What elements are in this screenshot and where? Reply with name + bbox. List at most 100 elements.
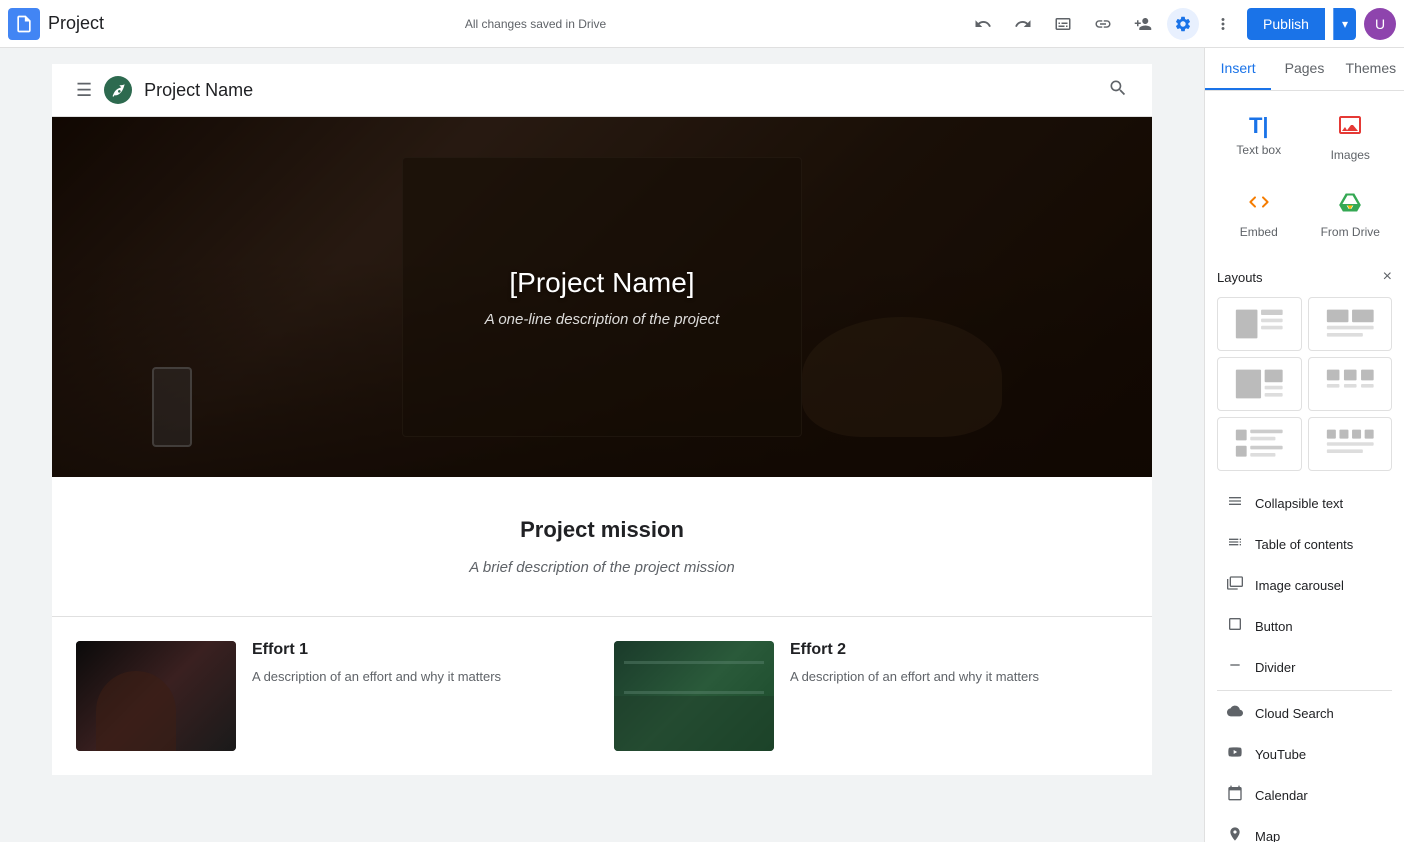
image-carousel-label: Image carousel <box>1255 578 1344 593</box>
effort-card-2[interactable]: Effort 2 A description of an effort and … <box>614 641 1128 751</box>
topbar-left: Project <box>8 8 104 40</box>
text-box-label: Text box <box>1236 143 1281 157</box>
embed-label: Embed <box>1240 225 1278 239</box>
text-box-icon: T| <box>1249 113 1269 139</box>
sidebar-item-collapsible-text[interactable]: Collapsible text <box>1217 483 1392 524</box>
hamburger-icon[interactable]: ☰ <box>76 80 92 101</box>
layout-two-col-img-right[interactable] <box>1308 297 1393 351</box>
sidebar-item-button[interactable]: Button <box>1217 606 1392 647</box>
layouts-section: Layouts × <box>1217 265 1392 471</box>
main: ☰ Project Name <box>0 48 1404 842</box>
hero-content: [Project Name] A one-line description of… <box>52 117 1152 477</box>
effort-2-title: Effort 2 <box>790 641 1039 659</box>
link-button[interactable] <box>1087 8 1119 40</box>
sidebar-item-image-carousel[interactable]: Image carousel <box>1217 565 1392 606</box>
calendar-icon <box>1225 785 1245 806</box>
images-icon <box>1338 113 1362 144</box>
layout-three-col[interactable] <box>1308 357 1393 411</box>
site-name: Project Name <box>144 80 1096 101</box>
preview-button[interactable] <box>1047 8 1079 40</box>
tab-insert[interactable]: Insert <box>1205 48 1271 90</box>
sidebar-item-map[interactable]: Map <box>1217 816 1392 842</box>
layout-text-rows[interactable] <box>1217 417 1302 471</box>
divider-icon <box>1225 657 1245 678</box>
image-carousel-icon <box>1225 575 1245 596</box>
embed-icon <box>1247 190 1271 221</box>
layouts-close-button[interactable]: × <box>1383 269 1392 285</box>
layout-single-full[interactable] <box>1217 297 1302 351</box>
hero-section[interactable]: [Project Name] A one-line description of… <box>52 117 1152 477</box>
layouts-header: Layouts × <box>1217 265 1392 289</box>
search-icon[interactable] <box>1108 78 1128 103</box>
button-label: Button <box>1255 619 1293 634</box>
hero-subtitle: A one-line description of the project <box>485 311 720 328</box>
insert-text-box[interactable]: T| Text box <box>1217 103 1301 172</box>
site-logo <box>104 76 132 104</box>
from-drive-icon <box>1338 190 1362 221</box>
cloud-search-icon <box>1225 703 1245 724</box>
effort-2-desc: A description of an effort and why it ma… <box>790 667 1039 687</box>
map-icon <box>1225 826 1245 842</box>
settings-button[interactable] <box>1167 8 1199 40</box>
effort-1-title: Effort 1 <box>252 641 501 659</box>
calendar-label: Calendar <box>1255 788 1308 803</box>
layouts-grid <box>1217 297 1392 471</box>
insert-from-drive[interactable]: From Drive <box>1309 180 1393 249</box>
topbar-right: Publish ▾ U <box>967 8 1396 40</box>
layouts-title: Layouts <box>1217 270 1263 285</box>
layout-big-left[interactable] <box>1217 357 1302 411</box>
doc-icon <box>8 8 40 40</box>
collapsible-text-icon <box>1225 493 1245 514</box>
sidebar-list: Collapsible text Table of contents Image… <box>1217 483 1392 842</box>
right-sidebar: Insert Pages Themes T| Text box Images <box>1204 48 1404 842</box>
toc-label: Table of contents <box>1255 537 1353 552</box>
mission-title: Project mission <box>76 517 1128 543</box>
effort-card-1[interactable]: Effort 1 A description of an effort and … <box>76 641 590 751</box>
save-status: All changes saved in Drive <box>465 17 606 31</box>
insert-images[interactable]: Images <box>1309 103 1393 172</box>
cloud-search-label: Cloud Search <box>1255 706 1334 721</box>
site-wrapper: ☰ Project Name <box>52 64 1152 775</box>
insert-embed[interactable]: Embed <box>1217 180 1301 249</box>
avatar: U <box>1364 8 1396 40</box>
insert-grid: T| Text box Images Embed <box>1217 103 1392 249</box>
sidebar-item-calendar[interactable]: Calendar <box>1217 775 1392 816</box>
button-icon <box>1225 616 1245 637</box>
youtube-icon <box>1225 744 1245 765</box>
effort-1-image <box>76 641 236 751</box>
divider-label: Divider <box>1255 660 1295 675</box>
hero-title: [Project Name] <box>509 267 694 299</box>
effort-1-info: Effort 1 A description of an effort and … <box>252 641 501 687</box>
effort-1-desc: A description of an effort and why it ma… <box>252 667 501 687</box>
site-header: ☰ Project Name <box>52 64 1152 117</box>
effort-2-image <box>614 641 774 751</box>
mission-section[interactable]: Project mission A brief description of t… <box>52 477 1152 617</box>
efforts-section: Effort 1 A description of an effort and … <box>52 617 1152 775</box>
mission-desc: A brief description of the project missi… <box>76 559 1128 576</box>
from-drive-label: From Drive <box>1321 225 1380 239</box>
publish-button[interactable]: Publish <box>1247 8 1325 40</box>
canvas-area[interactable]: ☰ Project Name <box>0 48 1204 842</box>
insert-panel: T| Text box Images Embed <box>1205 91 1404 842</box>
images-label: Images <box>1331 148 1370 162</box>
more-options-button[interactable] <box>1207 8 1239 40</box>
sidebar-tabs: Insert Pages Themes <box>1205 48 1404 91</box>
tab-themes[interactable]: Themes <box>1338 48 1404 90</box>
sidebar-item-divider[interactable]: Divider <box>1217 647 1392 688</box>
undo-button[interactable] <box>967 8 999 40</box>
sidebar-item-youtube[interactable]: YouTube <box>1217 734 1392 775</box>
effort-2-info: Effort 2 A description of an effort and … <box>790 641 1039 687</box>
add-collaborator-button[interactable] <box>1127 8 1159 40</box>
toc-icon <box>1225 534 1245 555</box>
sidebar-item-table-of-contents[interactable]: Table of contents <box>1217 524 1392 565</box>
map-label: Map <box>1255 829 1280 842</box>
layout-four-thumbs[interactable] <box>1308 417 1393 471</box>
topbar-center: All changes saved in Drive <box>112 17 959 31</box>
collapsible-text-label: Collapsible text <box>1255 496 1343 511</box>
tab-pages[interactable]: Pages <box>1271 48 1337 90</box>
redo-button[interactable] <box>1007 8 1039 40</box>
youtube-label: YouTube <box>1255 747 1306 762</box>
publish-arrow-button[interactable]: ▾ <box>1333 8 1356 40</box>
sidebar-item-cloud-search[interactable]: Cloud Search <box>1217 693 1392 734</box>
doc-title: Project <box>48 13 104 34</box>
